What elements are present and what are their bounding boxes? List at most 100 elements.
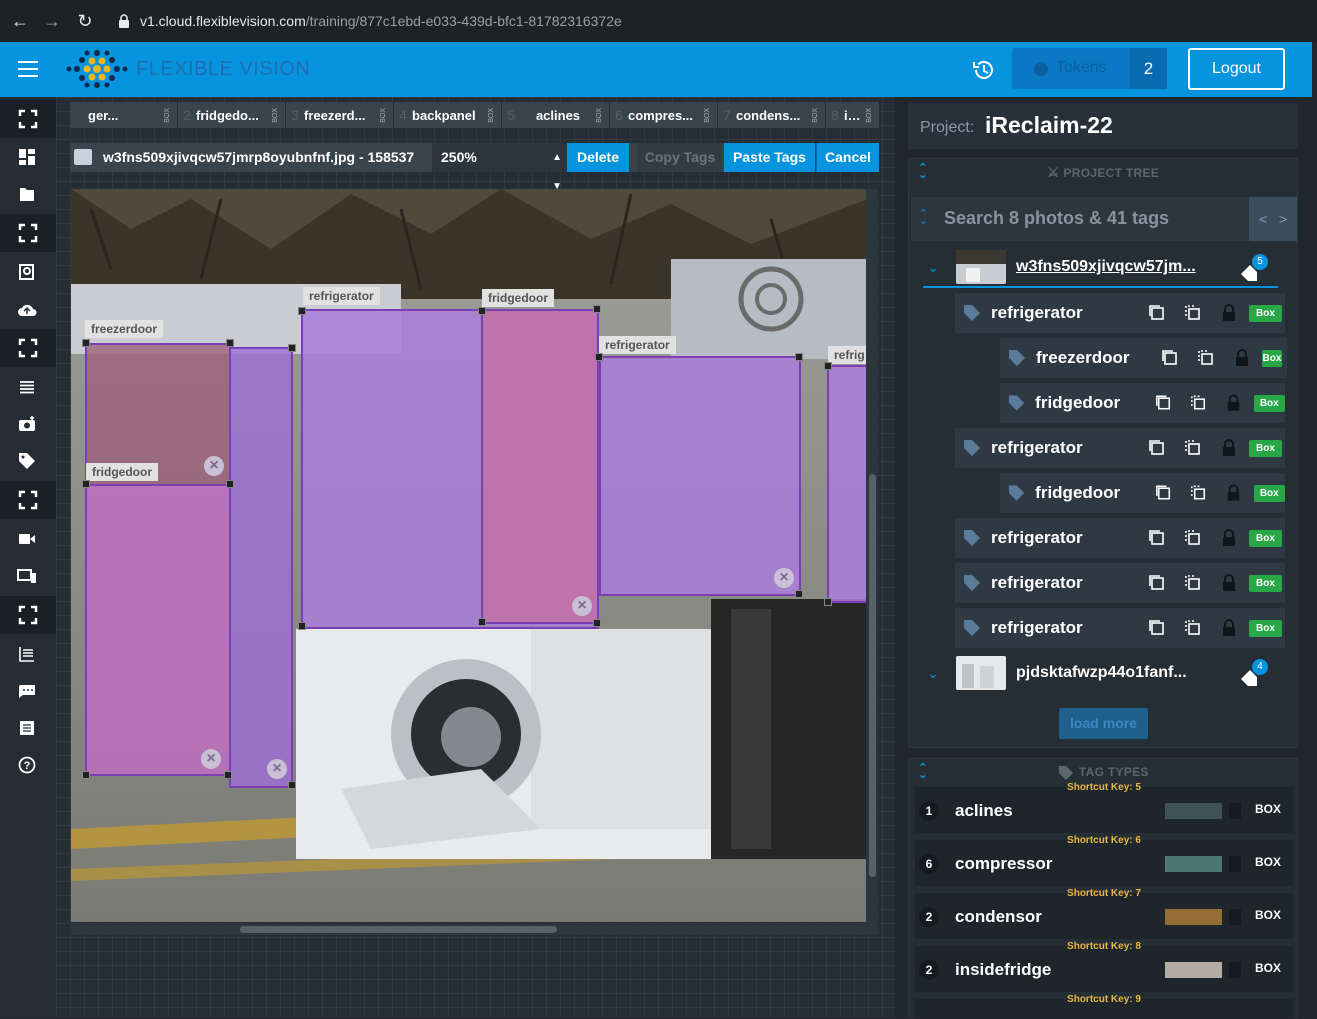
tag-type-item[interactable]: Shortcut Key: 7 2 condensor BOX	[915, 888, 1293, 939]
tag-shortcut[interactable]: 4 backpanel BOX	[394, 102, 502, 128]
sidebar-item-messages[interactable]	[14, 678, 40, 704]
cancel-button[interactable]: Cancel	[816, 143, 879, 172]
resize-handle[interactable]	[824, 598, 832, 606]
resize-handle[interactable]	[82, 480, 90, 488]
duplicate-icon[interactable]	[1196, 348, 1216, 368]
duplicate-icon[interactable]	[1183, 438, 1203, 458]
remove-box-icon[interactable]: ×	[774, 568, 794, 588]
back-icon[interactable]: ←	[10, 11, 30, 31]
lock-icon[interactable]	[1229, 856, 1241, 872]
reload-icon[interactable]: ↻	[75, 11, 95, 31]
logout-button[interactable]: Logout	[1188, 48, 1285, 90]
lock-icon[interactable]	[1219, 438, 1239, 458]
tag-shortcut[interactable]: 5 aclines BOX	[502, 102, 610, 128]
lock-icon[interactable]	[1219, 573, 1239, 593]
collapse-icon[interactable]: ⌃ ⌄	[917, 163, 929, 181]
sidebar-item-devices[interactable]	[14, 563, 40, 589]
copy-icon[interactable]	[1147, 303, 1167, 323]
resize-handle[interactable]	[224, 771, 232, 779]
tag-shortcut[interactable]: ger... BOX	[70, 102, 178, 128]
resize-handle[interactable]	[478, 307, 486, 315]
copy-tags-button[interactable]: Copy Tags	[637, 143, 723, 172]
delete-button[interactable]: Delete	[567, 143, 629, 172]
sidebar-item-focus-2[interactable]	[0, 214, 56, 252]
next-page-icon[interactable]: >	[1279, 211, 1287, 227]
resize-handle[interactable]	[593, 305, 601, 313]
canvas-horizontal-scrollbar[interactable]	[70, 923, 878, 935]
remove-box-icon[interactable]: ×	[572, 596, 592, 616]
address-bar[interactable]: v1.cloud.flexiblevision.com/training/877…	[140, 13, 622, 29]
tag-type-item[interactable]: Shortcut Key: 5 1 aclines BOX	[915, 782, 1293, 833]
tag-type-color-swatch[interactable]	[1165, 803, 1222, 819]
resize-handle[interactable]	[298, 307, 306, 315]
tag-type-item[interactable]: Shortcut Key: 8 2 insidefridge BOX	[915, 941, 1293, 992]
copy-icon[interactable]	[1147, 438, 1167, 458]
tag-shortcut[interactable]: 8insidefri...BOX	[826, 102, 880, 128]
bbox-fridgedoor-2[interactable]	[481, 309, 599, 624]
tree-tag-row[interactable]: freezerdoor Box	[1000, 338, 1287, 378]
tokens-button[interactable]: Tokens 2	[1012, 48, 1167, 89]
chevron-down-icon[interactable]: ⌄	[923, 665, 943, 682]
lock-icon[interactable]	[1224, 483, 1243, 503]
lock-icon[interactable]	[1224, 393, 1243, 413]
sidebar-item-video[interactable]	[14, 526, 40, 552]
resize-handle[interactable]	[593, 619, 601, 627]
remove-box-icon[interactable]: ×	[267, 759, 287, 779]
resize-handle[interactable]	[795, 353, 803, 361]
copy-icon[interactable]	[1160, 348, 1180, 368]
tree-tag-row[interactable]: refrigerator Box	[955, 293, 1285, 333]
copy-icon[interactable]	[1147, 618, 1167, 638]
resize-handle[interactable]	[226, 480, 234, 488]
lock-icon[interactable]	[1229, 909, 1241, 925]
lock-icon[interactable]	[1219, 618, 1239, 638]
tag-type-color-swatch[interactable]	[1165, 909, 1222, 925]
sidebar-item-tags[interactable]	[14, 448, 40, 474]
resize-handle[interactable]	[595, 353, 603, 361]
tree-tag-row[interactable]: refrigerator Box	[955, 608, 1285, 648]
bbox-refrigerator-left[interactable]	[229, 347, 293, 788]
tag-shortcut[interactable]: 7 condens... BOX	[718, 102, 826, 128]
tree-tag-row[interactable]: refrigerator Box	[955, 563, 1285, 603]
lock-icon[interactable]	[1219, 303, 1239, 323]
scroll-thumb[interactable]	[240, 926, 557, 933]
resize-handle[interactable]	[288, 781, 296, 789]
chevron-down-icon[interactable]: ⌄	[923, 259, 943, 276]
tag-shortcut[interactable]: 2 fridgedo... BOX	[178, 102, 286, 128]
sidebar-item-list[interactable]	[14, 374, 40, 400]
remove-box-icon[interactable]: ×	[204, 456, 224, 476]
resize-handle[interactable]	[288, 344, 296, 352]
bbox-refrigerator-3[interactable]	[827, 365, 867, 603]
resize-handle[interactable]	[478, 618, 486, 626]
copy-icon[interactable]	[1147, 573, 1167, 593]
image-canvas[interactable]: freezerdoor fridgedoor refrigerator frid…	[71, 189, 867, 922]
tree-tag-row[interactable]: fridgedoor Box	[1000, 383, 1286, 423]
bbox-refrigerator-2[interactable]	[599, 356, 801, 596]
sidebar-item-capture[interactable]	[14, 411, 40, 437]
sidebar-item-image-search[interactable]	[14, 259, 40, 285]
bbox-fridgedoor[interactable]	[85, 484, 231, 776]
pager[interactable]: < >	[1249, 197, 1297, 241]
collapse-icon[interactable]: ⌃ ⌄	[917, 763, 929, 781]
tree-tag-row[interactable]: refrigerator Box	[955, 518, 1285, 558]
resize-handle[interactable]	[82, 771, 90, 779]
sidebar-item-focus-4[interactable]	[0, 481, 56, 519]
resize-handle[interactable]	[226, 339, 234, 347]
forward-icon[interactable]: →	[42, 11, 62, 31]
duplicate-icon[interactable]	[1189, 393, 1208, 413]
copy-icon[interactable]	[1154, 393, 1173, 413]
sidebar-item-report[interactable]	[14, 641, 40, 667]
resize-handle[interactable]	[824, 362, 832, 370]
tag-type-color-swatch[interactable]	[1165, 962, 1222, 978]
menu-icon[interactable]	[18, 61, 38, 77]
search-bar[interactable]: ⌃ ⌄ Search 8 photos & 41 tags < >	[911, 197, 1297, 241]
duplicate-icon[interactable]	[1183, 573, 1203, 593]
sidebar-item-files[interactable]	[14, 181, 40, 207]
lock-icon[interactable]	[1229, 962, 1241, 978]
prev-page-icon[interactable]: <	[1259, 211, 1267, 227]
zoom-select[interactable]: 250% ▲ ▼	[432, 143, 567, 192]
sidebar-item-focus-3[interactable]	[0, 329, 56, 367]
tag-shortcut[interactable]: 6 compres... BOX	[610, 102, 718, 128]
resize-handle[interactable]	[298, 622, 306, 630]
resize-handle[interactable]	[82, 339, 90, 347]
sidebar-item-focus-5[interactable]	[0, 596, 56, 634]
